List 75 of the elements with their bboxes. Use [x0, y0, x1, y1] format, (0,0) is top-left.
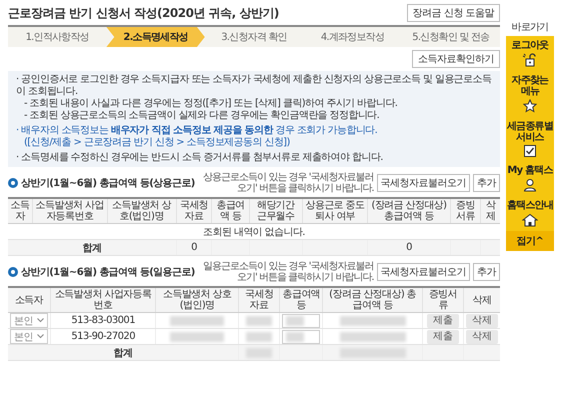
step-tab[interactable]: 4.계좌정보작성 — [303, 27, 402, 47]
column-header: 삭제 — [480, 198, 500, 224]
redacted-value — [170, 316, 224, 326]
notice-text: · 배우자의 소득정보는 배우자가 직접 소득정보 제공을 동의한 경우 조회가 가능합니다. — [16, 125, 378, 137]
section-heading: 상반기(1월~6월) 총급여액 등(일용근로) — [21, 266, 195, 279]
table-cell: 513-83-03001 — [50, 312, 156, 328]
column-header: 소득발생처 상호(법인)명 — [107, 198, 176, 224]
sidebar-title: 바로가기 — [512, 21, 548, 34]
section-heading: 상반기(1월~6월) 총급여액 등(상용근로) — [21, 177, 195, 190]
redacted-value — [340, 316, 406, 326]
person-icon — [523, 178, 537, 192]
collapse-button[interactable]: 접기^ — [506, 231, 554, 251]
column-header: 소득자 — [8, 198, 33, 224]
earner-select[interactable]: 본인 — [10, 313, 48, 328]
notice-text: - 조회된 내용이 사실과 다른 경우에는 정정([추가] 또는 [삭제] 클릭)하여 주시기 바랍니다. — [23, 98, 398, 110]
section-button[interactable]: 추가 — [473, 174, 500, 192]
star-icon — [523, 99, 537, 113]
checkbox-icon — [524, 145, 536, 157]
column-header: (장려금 산정대상) 총급여액 등 — [368, 198, 450, 224]
column-header: 삭제 — [463, 287, 500, 312]
redacted-value — [170, 332, 224, 342]
column-header: 소득발생처 사업자등록번호 — [50, 287, 156, 312]
column-header: 증빙서류 — [422, 287, 464, 312]
section-button[interactable]: 추가 — [473, 263, 500, 281]
column-header: 해당기간 근무월수 — [249, 198, 302, 224]
amount-field[interactable] — [282, 314, 320, 328]
column-header: 소득발생처 상호(법인)명 — [156, 287, 238, 312]
bullet-icon — [8, 267, 18, 277]
row-button[interactable]: 제출 — [426, 314, 459, 328]
row-button[interactable]: 제출 — [426, 330, 459, 344]
house-icon — [522, 213, 538, 227]
bullet-icon — [8, 178, 18, 188]
page-title: 근로장려금 반기 신청서 작성(2020년 귀속, 상반기) — [8, 4, 279, 22]
table-cell: 0 — [368, 240, 450, 256]
column-header: 국세청자료 — [176, 198, 212, 224]
column-header: 소득발생처 사업자등록번호 — [32, 198, 108, 224]
table-cell: 0 — [176, 240, 212, 256]
redacted-value — [340, 332, 406, 342]
quick-menu-item[interactable]: 로그아웃 — [510, 36, 550, 71]
step-tab[interactable]: 2.소득명세작성 — [106, 27, 205, 47]
column-header: (장려금 산정대상) 총급여액 등 — [322, 287, 422, 312]
section-hint: 상용근로소득이 있는 경우 '국세청자료불러오기' 버튼을 클릭하시기 바랍니다. — [202, 172, 374, 194]
column-header: 소득자 — [8, 287, 50, 312]
column-header: 상용근로 중도퇴사 여부 — [302, 198, 368, 224]
redacted-value — [246, 332, 272, 342]
quick-menu-item[interactable]: 자주찾는 메뉴 — [506, 71, 554, 117]
quick-menu-item[interactable]: 세금종류별 서비스 — [506, 117, 554, 161]
income-check-button[interactable]: 소득자료확인하기 — [412, 50, 500, 68]
section-button[interactable]: 국세청자료불러오기 — [376, 263, 470, 281]
total-label: 합계 — [8, 240, 176, 256]
notice-text: ([신청/제출 > 근로장려금 반기 신청 > 소득정보제공동의 신청]) — [23, 137, 291, 149]
section-hint: 일용근로소득이 있는 경우 '국세청자료불러오기' 버튼을 클릭하시기 바랍니다. — [202, 261, 374, 283]
total-label: 합계 — [8, 344, 238, 360]
caret-icon — [36, 318, 44, 323]
notice-text: · 소득명세를 수정하신 경우에는 반드시 소득 증거서류를 첨부서류로 제출하여야 합니다. — [16, 152, 384, 164]
notice-text: · 공인인증서로 로그인한 경우 소득지급자 또는 소득자가 국세청에 제출한 신청자의 상용근로소득 및 일용근로소득이 조회됩니다. — [16, 74, 492, 98]
quick-menu-item[interactable]: 홈택스안내 — [506, 196, 554, 231]
lock-icon — [522, 53, 538, 67]
column-header: 증빙서류 — [450, 198, 481, 224]
column-header: 국세청자료 — [238, 287, 280, 312]
step-tab[interactable]: 5.신청확인 및 전송 — [402, 27, 500, 47]
help-button[interactable]: 장려금 신청 도움말 — [406, 4, 500, 22]
step-tab[interactable]: 1.인적사항작성 — [8, 27, 106, 47]
quick-menu-item[interactable]: My 홈택스 — [506, 161, 554, 196]
column-header: 총급여액 등 — [212, 198, 250, 224]
section-button[interactable]: 국세청자료불러오기 — [376, 174, 470, 192]
earner-select[interactable]: 본인 — [10, 329, 48, 344]
row-button[interactable]: 삭제 — [466, 330, 498, 344]
step-tab[interactable]: 3.신청자격 확인 — [204, 27, 304, 47]
amount-field[interactable] — [282, 330, 320, 344]
caret-icon — [36, 334, 44, 339]
row-button[interactable]: 삭제 — [466, 314, 498, 328]
notice-text: - 조회된 상용근로소득의 소득금액이 실제와 다른 경우에는 확인금액란을 정정합니다. — [23, 110, 380, 122]
column-header: 총급여액 등 — [280, 287, 323, 312]
redacted-value — [246, 316, 272, 326]
